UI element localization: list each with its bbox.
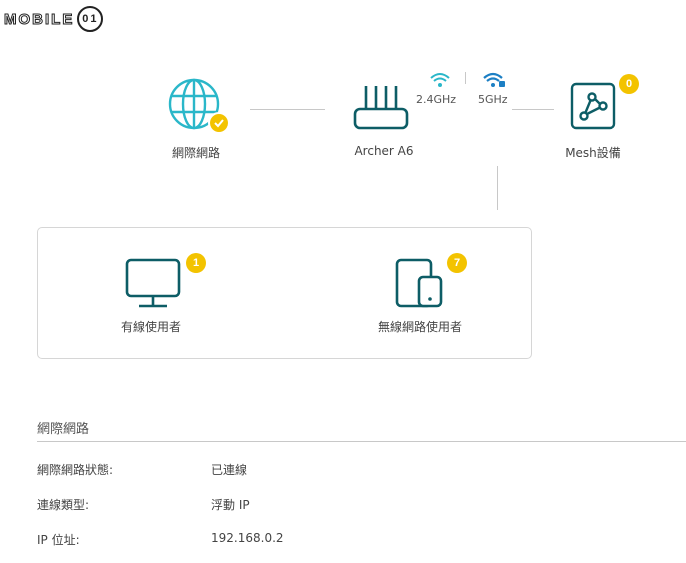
watermark-text: MOBILE xyxy=(3,10,75,28)
band-5g-label: 5GHz xyxy=(478,93,508,106)
wired-clients[interactable] xyxy=(125,258,181,310)
connection-type-label: 連線類型: xyxy=(37,498,90,512)
router-icon xyxy=(353,86,409,130)
wireless-label: 無線網路使用者 xyxy=(377,320,462,334)
watermark-logo: MOBILE 01 xyxy=(3,6,104,32)
section-divider xyxy=(37,441,686,442)
ip-address-value: 192.168.0.2 xyxy=(211,531,284,545)
check-icon xyxy=(208,112,230,134)
monitor-icon xyxy=(125,258,181,308)
wired-count-badge: 1 xyxy=(186,253,206,273)
wireless-count-badge: 7 xyxy=(447,253,467,273)
band-2g: 2.4GHz xyxy=(416,72,464,108)
connection-type-value: 浮動 IP xyxy=(211,498,250,512)
mesh-label: Mesh設備 xyxy=(565,146,621,160)
router-node[interactable] xyxy=(352,84,410,134)
mesh-icon xyxy=(570,82,616,130)
mesh-count-badge: 0 xyxy=(619,74,639,94)
internet-label: 網際網路 xyxy=(171,146,220,160)
router-label: Archer A6 xyxy=(354,144,414,158)
wifi-icon xyxy=(483,72,505,87)
connector-line xyxy=(250,109,325,110)
connector-line xyxy=(512,109,554,110)
tablet-phone-icon xyxy=(395,258,443,308)
clients-card xyxy=(37,227,532,359)
band-divider xyxy=(465,72,466,84)
status-label: 網際網路狀態: xyxy=(37,463,114,477)
watermark-mark: 01 xyxy=(77,6,104,32)
wireless-clients[interactable] xyxy=(395,258,445,308)
ip-address-label: IP 位址: xyxy=(37,533,80,547)
status-value: 已連線 xyxy=(211,463,248,477)
connector-line xyxy=(497,166,498,210)
wifi-icon xyxy=(430,73,450,87)
mesh-node[interactable] xyxy=(570,82,616,130)
internet-node[interactable] xyxy=(168,78,230,138)
band-5g: 5GHz xyxy=(476,72,516,108)
band-2g-label: 2.4GHz xyxy=(416,93,457,106)
section-title: 網際網路 xyxy=(37,422,90,437)
wired-label: 有線使用者 xyxy=(120,320,181,334)
